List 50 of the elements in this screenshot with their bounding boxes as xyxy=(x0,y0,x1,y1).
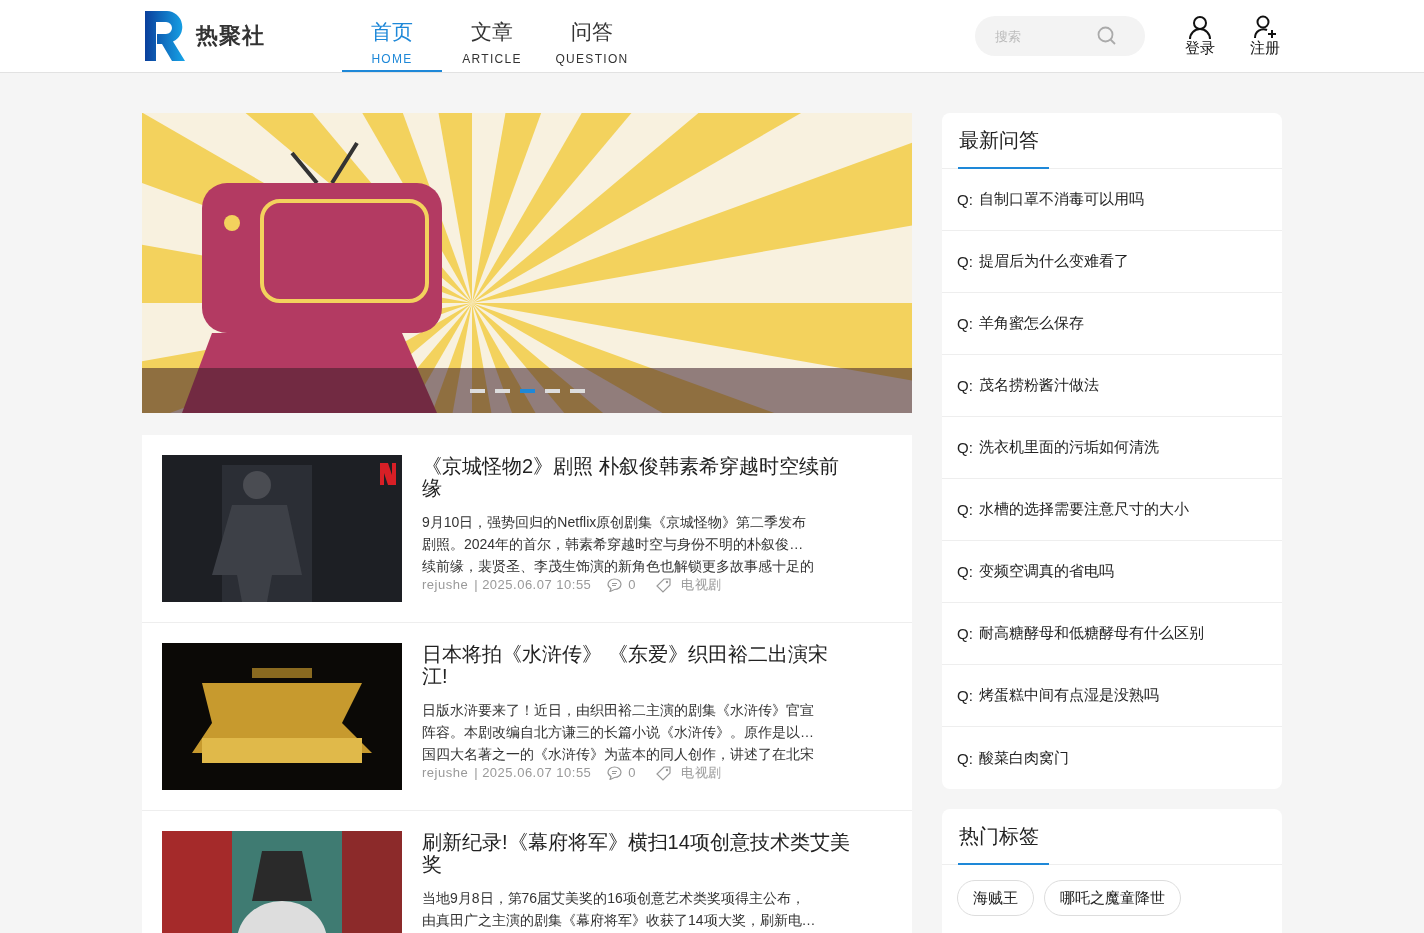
question-prefix: Q: xyxy=(957,501,973,518)
article-excerpt: 日版水浒要来了！近日，由织田裕二主演的剧集《水浒传》官宣 阵容。本剧改编自北方谦三的长篇小说《水浒传》。原作是以… 国四大名著之一的《水浒传》为蓝本的同人创作，讲述了在北宋 xyxy=(422,701,815,764)
comment-count: 0 xyxy=(628,577,637,593)
question-prefix: Q: xyxy=(957,687,973,704)
search-field[interactable]: 搜索 xyxy=(975,16,1145,56)
author-name: rejushe xyxy=(422,577,469,593)
question-prefix: Q: xyxy=(957,191,973,208)
comment-icon xyxy=(607,766,623,780)
logo-text: 热聚社 xyxy=(196,22,265,50)
question-prefix: Q: xyxy=(957,625,973,642)
panel-title: 最新问答 xyxy=(958,127,1049,169)
search-input[interactable]: 搜索 xyxy=(993,27,1097,45)
question-link[interactable]: 酸菜白肉窝门 xyxy=(978,748,1069,768)
panel-title: 热门标签 xyxy=(958,823,1049,865)
tag-icon xyxy=(656,765,672,781)
add-user-icon xyxy=(1253,14,1277,39)
user-icon xyxy=(1188,14,1212,39)
tag-icon xyxy=(656,577,672,593)
question-link[interactable]: 烤蛋糕中间有点湿是没熟吗 xyxy=(978,686,1159,705)
question-link[interactable]: 羊角蜜怎么保存 xyxy=(978,314,1084,333)
post-date: | 2025.06.07 10:55 xyxy=(474,765,592,781)
question-link[interactable]: 自制口罩不消毒可以用吗 xyxy=(978,190,1144,209)
question-prefix: Q: xyxy=(957,749,973,767)
question-link[interactable]: 提眉后为什么变难看了 xyxy=(978,252,1129,271)
comment-count: 0 xyxy=(628,765,637,781)
question-prefix: Q: xyxy=(957,439,973,456)
question-link[interactable]: 耐高糖酵母和低糖酵母有什么区别 xyxy=(978,624,1204,643)
nav-tab[interactable]: 首页 HOME xyxy=(342,0,442,72)
nav-tab[interactable]: 文章 ARTICLE xyxy=(442,0,542,72)
search-icon xyxy=(1097,26,1117,46)
question-prefix: Q: xyxy=(957,253,973,270)
author-name: rejushe xyxy=(422,765,469,781)
article-excerpt: 当地9月8日，第76届艾美奖的16项创意艺术类奖项得主公布， 由真田广之主演的剧集《幕府将军》收获了14项大奖，刷新电… xyxy=(422,889,817,930)
logo-icon xyxy=(145,11,188,61)
question-link[interactable]: 洗衣机里面的污垢如何清洗 xyxy=(978,438,1159,457)
register-link[interactable]: 注册 xyxy=(1250,0,1280,72)
post-date: | 2025.06.07 10:55 xyxy=(474,577,592,593)
article-title[interactable]: 刷新纪录!《幕府将军》横扫14项创意技术类艾美奖 xyxy=(422,831,852,875)
article-excerpt: 9月10日，强势回归的Netflix原创剧集《京城怪物》第二季发布 剧照。2024年的首尔，韩素希穿越时空与身份不明的朴叙俊… 续前缘，裴贤圣、李茂生饰演的新角色也解锁更多故事感十足的 xyxy=(422,513,815,576)
login-link[interactable]: 登录 xyxy=(1185,0,1215,72)
question-prefix: Q: xyxy=(957,563,973,580)
question-link[interactable]: 水槽的选择需要注意尺寸的大小 xyxy=(978,500,1189,519)
nav-tab[interactable]: 问答 QUESTION xyxy=(542,0,642,72)
question-prefix: Q: xyxy=(957,315,973,332)
question-prefix: Q: xyxy=(957,377,973,394)
question-link[interactable]: 变频空调真的省电吗 xyxy=(978,562,1114,581)
article-title[interactable]: 《京城怪物2》剧照 朴叙俊韩素希穿越时空续前缘 xyxy=(422,455,852,499)
article-title[interactable]: 日本将拍《水浒传》 《东爱》织田裕二出演宋江! xyxy=(422,643,852,687)
comment-icon xyxy=(607,578,623,592)
question-link[interactable]: 茂名捞粉酱汁做法 xyxy=(978,376,1099,395)
